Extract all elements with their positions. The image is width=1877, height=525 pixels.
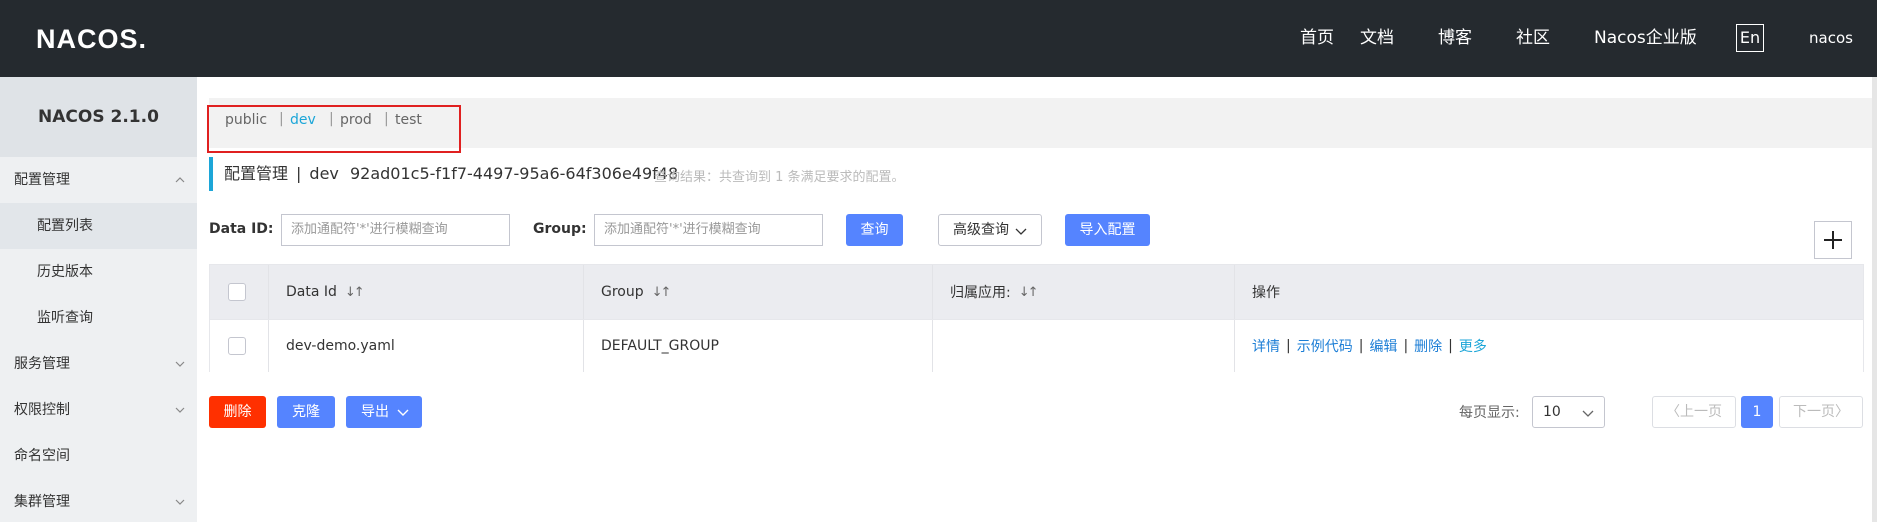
user-menu[interactable]: nacos xyxy=(1809,0,1853,77)
data-id-label: Data ID: xyxy=(209,221,274,237)
title-separator: | xyxy=(296,164,302,183)
op-separator: | xyxy=(1358,338,1364,354)
edit-link[interactable]: 编辑 xyxy=(1369,336,1397,356)
chevron-right-icon: 〉 xyxy=(1835,404,1849,420)
page-size-label: 每页显示: xyxy=(1459,405,1520,421)
delete-link[interactable]: 删除 xyxy=(1414,336,1442,356)
column-header-app[interactable]: 归属应用: ↓↑ xyxy=(932,265,1235,319)
cell-group: DEFAULT_GROUP xyxy=(601,338,719,354)
nav-community[interactable]: 社区 xyxy=(1516,0,1550,77)
sidebar-item-config-management[interactable]: 配置管理 xyxy=(0,157,197,203)
plus-icon xyxy=(1824,231,1842,249)
column-header-actions: 操作 xyxy=(1234,265,1863,319)
column-header-data-id[interactable]: Data Id ↓↑ xyxy=(268,265,593,319)
title-namespace: dev xyxy=(309,164,339,183)
sidebar-item-config-list[interactable]: 配置列表 xyxy=(0,203,197,249)
sidebar-item-label: 命名空间 xyxy=(14,448,70,464)
import-config-button[interactable]: 导入配置 xyxy=(1065,214,1150,246)
config-table: Data Id ↓↑ Group ↓↑ 归属应用: ↓↑ 操作 dev-demo… xyxy=(209,264,1864,372)
version-title: NACOS 2.1.0 xyxy=(0,77,197,157)
select-all-cell xyxy=(210,265,268,319)
query-result-text: 查询结果：共查询到 1 条满足要求的配置。 xyxy=(654,170,905,185)
chevron-down-icon xyxy=(397,409,409,416)
more-link[interactable]: 更多 xyxy=(1459,336,1487,356)
op-separator: | xyxy=(1448,338,1453,354)
scrollbar[interactable] xyxy=(1872,77,1877,522)
query-button[interactable]: 查询 xyxy=(846,214,903,246)
clone-button[interactable]: 克隆 xyxy=(277,396,335,428)
op-separator: | xyxy=(1286,338,1291,354)
sidebar: NACOS 2.1.0 配置管理 配置列表 历史版本 监听查询 服务管理 权限控… xyxy=(0,77,197,522)
export-label: 导出 xyxy=(361,404,389,420)
row-checkbox[interactable] xyxy=(228,337,246,355)
sidebar-item-cluster-management[interactable]: 集群管理 xyxy=(0,479,197,525)
detail-link[interactable]: 详情 xyxy=(1252,336,1280,356)
column-header-label: Data Id xyxy=(286,284,337,300)
page-size-value: 10 xyxy=(1543,404,1561,420)
logo-text: NACOS. xyxy=(36,24,148,54)
column-header-label: Group xyxy=(601,284,644,300)
prev-page-button[interactable]: 〈上一页 xyxy=(1652,396,1736,428)
sidebar-item-label: 服务管理 xyxy=(14,356,70,372)
sidebar-item-service-management[interactable]: 服务管理 xyxy=(0,341,197,387)
chevron-up-icon xyxy=(175,177,185,183)
group-input[interactable]: 添加通配符'*'进行模糊查询 xyxy=(594,214,823,246)
table-row: dev-demo.yaml DEFAULT_GROUP 详情 | 示例代码 | … xyxy=(210,319,1863,372)
chevron-down-icon xyxy=(1582,410,1594,417)
batch-delete-button[interactable]: 删除 xyxy=(209,396,266,428)
export-button[interactable]: 导出 xyxy=(346,396,422,428)
nav-enterprise[interactable]: Nacos企业版 xyxy=(1594,0,1697,77)
nav-docs[interactable]: 文档 xyxy=(1360,0,1394,77)
cell-data-id: dev-demo.yaml xyxy=(286,338,395,354)
table-header: Data Id ↓↑ Group ↓↑ 归属应用: ↓↑ 操作 xyxy=(210,265,1863,319)
select-all-checkbox[interactable] xyxy=(228,283,246,301)
chevron-down-icon xyxy=(175,407,185,413)
sidebar-item-access-control[interactable]: 权限控制 xyxy=(0,387,197,433)
data-id-input[interactable]: 添加通配符'*'进行模糊查询 xyxy=(281,214,510,246)
row-select-cell xyxy=(210,320,268,372)
current-page-button[interactable]: 1 xyxy=(1741,396,1773,428)
nav-blog[interactable]: 博客 xyxy=(1438,0,1472,77)
add-config-button[interactable] xyxy=(1814,221,1852,259)
column-header-group[interactable]: Group ↓↑ xyxy=(583,265,933,319)
next-page-label: 下一页 xyxy=(1793,404,1835,420)
sort-icon[interactable]: ↓↑ xyxy=(345,285,365,300)
sidebar-item-listener-query[interactable]: 监听查询 xyxy=(0,295,197,341)
title-section: 配置管理 xyxy=(224,164,289,183)
next-page-button[interactable]: 下一页〉 xyxy=(1779,396,1863,428)
sidebar-item-history[interactable]: 历史版本 xyxy=(0,249,197,295)
chevron-down-icon xyxy=(1015,228,1027,235)
chevron-left-icon: 〈 xyxy=(1666,404,1680,420)
op-separator: | xyxy=(1403,338,1409,354)
column-header-label: 归属应用: xyxy=(950,285,1011,301)
advanced-query-button[interactable]: 高级查询 xyxy=(938,214,1042,246)
highlight-box xyxy=(207,105,461,153)
group-label: Group: xyxy=(533,221,587,237)
sidebar-item-label: 配置管理 xyxy=(14,172,70,188)
nav-home[interactable]: 首页 xyxy=(1300,0,1334,77)
sidebar-item-label: 权限控制 xyxy=(14,402,70,418)
chevron-down-icon xyxy=(175,361,185,367)
advanced-query-label: 高级查询 xyxy=(953,222,1009,238)
page-title: 配置管理 | dev 92ad01c5-f1f7-4497-95a6-64f306e… xyxy=(209,157,678,191)
sidebar-item-label: 集群管理 xyxy=(14,494,70,510)
page-size-select[interactable]: 10 xyxy=(1532,396,1605,428)
prev-page-label: 上一页 xyxy=(1680,404,1722,420)
chevron-down-icon xyxy=(175,499,185,505)
sort-icon[interactable]: ↓↑ xyxy=(1019,285,1039,300)
column-header-label: 操作 xyxy=(1252,285,1280,301)
nacos-logo[interactable]: NACOS. xyxy=(36,24,147,55)
sort-icon[interactable]: ↓↑ xyxy=(652,285,672,300)
sidebar-item-namespace[interactable]: 命名空间 xyxy=(0,433,197,479)
title-namespace-id: 92ad01c5-f1f7-4497-95a6-64f306e49f48 xyxy=(349,164,679,183)
cell-actions: 详情 | 示例代码 | 编辑 | 删除 | 更多 xyxy=(1234,320,1863,372)
sample-code-link[interactable]: 示例代码 xyxy=(1297,336,1353,356)
cell-app xyxy=(932,320,1235,372)
language-switch-button[interactable]: En xyxy=(1736,24,1764,52)
top-header: NACOS. 首页 文档 博客 社区 Nacos企业版 En nacos xyxy=(0,0,1877,77)
